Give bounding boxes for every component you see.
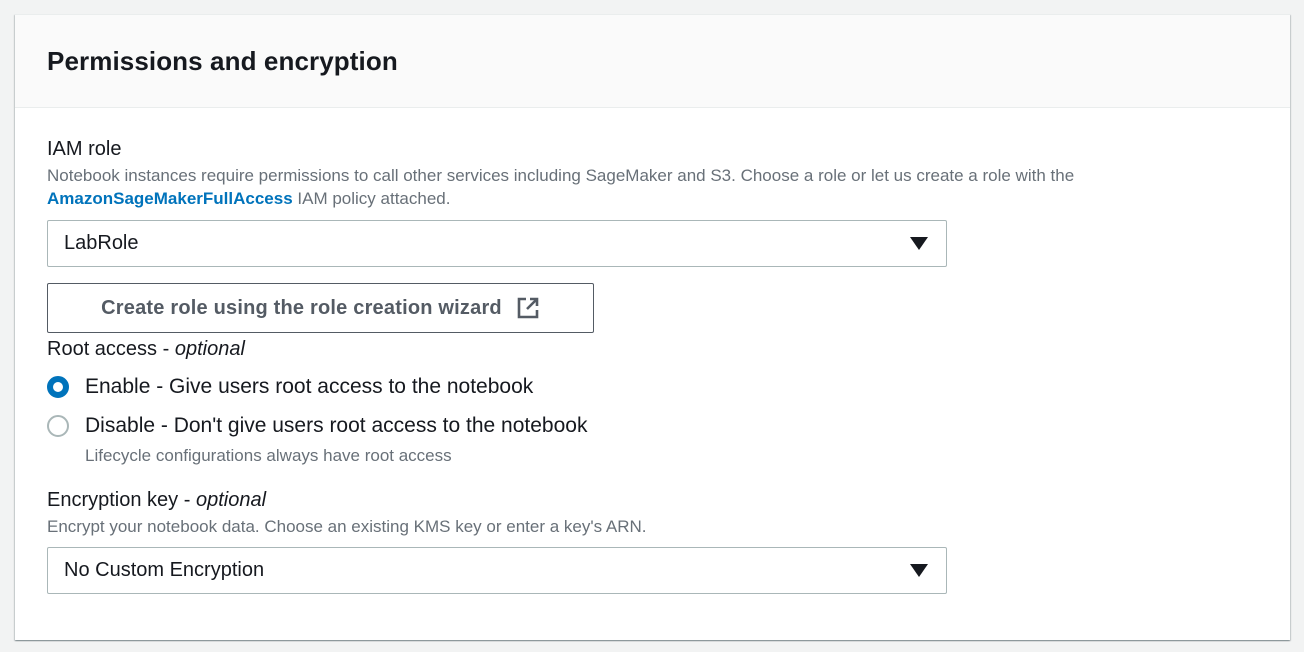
encryption-key-select[interactable]: No Custom Encryption <box>47 547 947 594</box>
create-role-wizard-button[interactable]: Create role using the role creation wiza… <box>47 283 594 333</box>
caret-down-icon <box>910 564 928 577</box>
iam-role-description-text: Notebook instances require permissions t… <box>47 166 1075 185</box>
encryption-key-label-text: Encryption key - <box>47 489 196 511</box>
encryption-key-optional: optional <box>195 489 267 511</box>
panel-header: Permissions and encryption <box>15 15 1290 108</box>
root-access-enable-label: Enable - Give users root access to the n… <box>85 375 534 398</box>
root-access-optional: optional <box>174 338 245 360</box>
root-access-label: Root access - optional <box>47 337 245 361</box>
root-access-disable-label: Disable - Don't give users root access t… <box>85 414 588 437</box>
encryption-key-label: Encryption key - optional <box>47 488 266 512</box>
create-role-wizard-label: Create role using the role creation wiza… <box>101 296 502 319</box>
iam-role-select[interactable]: LabRole <box>47 220 947 267</box>
sagemaker-full-access-link[interactable]: AmazonSageMakerFullAccess <box>47 189 293 208</box>
root-access-enable-radio[interactable] <box>47 376 69 398</box>
encryption-key-description: Encrypt your notebook data. Choose an ex… <box>47 517 647 536</box>
iam-role-label: IAM role <box>47 138 122 160</box>
panel-title: Permissions and encryption <box>47 45 398 76</box>
root-access-disable-note: Lifecycle configurations always have roo… <box>85 446 452 465</box>
iam-role-description-suffix: IAM policy attached. <box>292 189 451 208</box>
permissions-encryption-panel: Permissions and encryption IAM role Note… <box>15 14 1290 640</box>
root-access-disable-option[interactable]: Disable - Don't give users root access t… <box>47 414 587 438</box>
external-link-icon <box>517 297 539 319</box>
root-access-enable-option[interactable]: Enable - Give users root access to the n… <box>47 375 533 399</box>
iam-role-select-value: LabRole <box>64 232 139 254</box>
caret-down-icon <box>910 237 928 250</box>
root-access-label-text: Root access - <box>47 338 175 360</box>
encryption-key-select-value: No Custom Encryption <box>64 559 265 581</box>
iam-role-description: Notebook instances require permissions t… <box>47 164 1247 210</box>
root-access-disable-radio[interactable] <box>47 415 69 437</box>
